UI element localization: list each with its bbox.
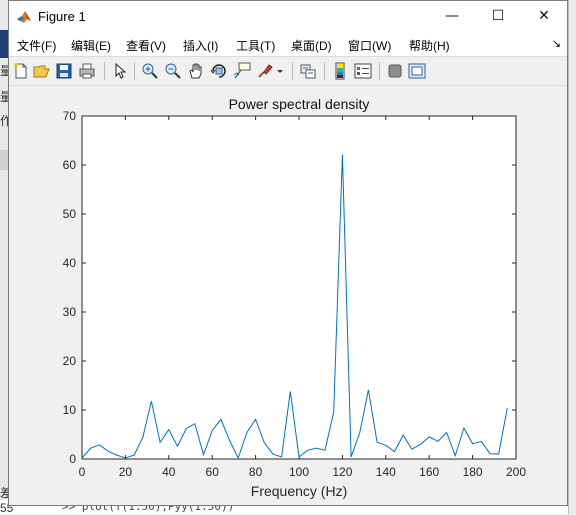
y-tick-label: 10 [63, 403, 77, 417]
toolbar-separator [104, 62, 105, 80]
x-tick-label: 140 [376, 465, 396, 479]
menu-window[interactable]: 窗口(W) [348, 37, 391, 54]
menu-insert[interactable]: 插入(I) [183, 37, 218, 54]
x-tick-label: 0 [79, 465, 86, 479]
edit-plot-arrow-icon[interactable] [111, 62, 129, 80]
y-tick-label: 60 [63, 158, 77, 172]
x-tick-label: 200 [506, 465, 526, 479]
y-tick-label: 40 [63, 256, 77, 270]
colorbar-icon[interactable] [331, 62, 349, 80]
hide-plot-tools-icon[interactable] [386, 62, 404, 80]
window-title: Figure 1 [38, 9, 86, 24]
close-button[interactable]: ✕ [521, 1, 567, 32]
x-tick-label: 120 [332, 465, 352, 479]
plot-area[interactable]: 0 20 40 60 80 100 120 140 160 180 200 0 10 20 30 40 50 60… [0, 86, 576, 500]
brush-dropdown-icon[interactable] [275, 62, 285, 80]
menu-tools[interactable]: 工具(T) [236, 37, 275, 54]
zoom-in-icon[interactable] [141, 62, 159, 80]
save-icon[interactable] [55, 62, 73, 80]
rotate-3d-icon[interactable] [210, 62, 228, 80]
menu-help[interactable]: 帮助(H) [409, 37, 450, 54]
y-tick-label: 30 [63, 305, 77, 319]
zoom-out-icon[interactable] [164, 62, 182, 80]
x-tick-label: 20 [119, 465, 133, 479]
menu-file[interactable]: 文件(F) [17, 37, 56, 54]
x-tick-label: 180 [463, 465, 483, 479]
x-tick-label: 80 [249, 465, 263, 479]
x-tick-label: 160 [419, 465, 439, 479]
toolbar-separator [379, 62, 380, 80]
menu-desktop[interactable]: 桌面(D) [291, 37, 332, 54]
matlab-logo-icon [17, 11, 31, 23]
show-plot-tools-icon[interactable] [408, 62, 426, 80]
link-plot-icon[interactable] [299, 62, 317, 80]
menu-view[interactable]: 查看(V) [126, 37, 166, 54]
menu-overflow-icon[interactable]: ↘ [552, 37, 561, 50]
minimize-button[interactable]: — [429, 1, 475, 32]
brush-icon[interactable] [256, 62, 274, 80]
x-tick-label: 100 [289, 465, 309, 479]
y-tick-label: 0 [69, 452, 76, 466]
maximize-button[interactable]: ☐ [475, 1, 521, 32]
chart-title: Power spectral density [229, 96, 370, 112]
pan-hand-icon[interactable] [187, 62, 205, 80]
x-tick-label: 60 [206, 465, 220, 479]
toolbar-separator [324, 62, 325, 80]
x-tick-label: 40 [162, 465, 176, 479]
toolbar-separator [292, 62, 293, 80]
data-cursor-icon[interactable] [233, 62, 251, 80]
y-tick-label: 20 [63, 354, 77, 368]
new-figure-icon[interactable] [12, 62, 30, 80]
x-axis-label: Frequency (Hz) [251, 483, 347, 499]
print-icon[interactable] [78, 62, 96, 80]
title-bar[interactable]: Figure 1 — ☐ ✕ [9, 1, 567, 32]
y-tick-label: 50 [63, 207, 77, 221]
axes-box [81, 115, 517, 460]
menu-bar: 文件(F) 编辑(E) 查看(V) 插入(I) 工具(T) 桌面(D) 窗口(W… [9, 32, 567, 56]
toolbar-separator [134, 62, 135, 80]
menu-edit[interactable]: 编辑(E) [71, 37, 111, 54]
open-folder-icon[interactable] [33, 62, 51, 80]
y-tick-label: 70 [63, 109, 77, 123]
figure-toolbar [9, 56, 567, 86]
legend-icon[interactable] [354, 62, 372, 80]
